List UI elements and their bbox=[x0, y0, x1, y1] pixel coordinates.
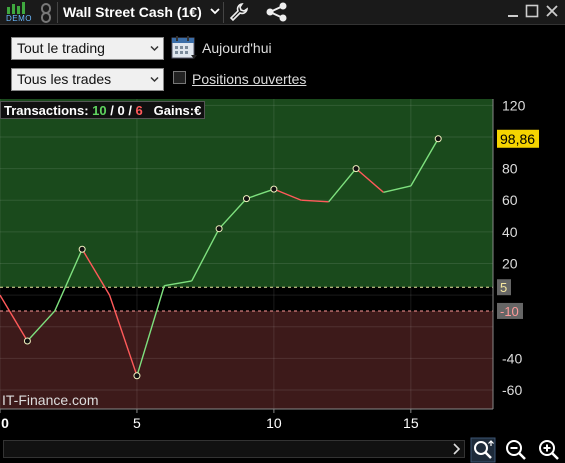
data-point bbox=[243, 195, 250, 203]
data-point bbox=[215, 225, 223, 233]
link-icon[interactable] bbox=[39, 3, 53, 23]
neutral-count: 0 bbox=[117, 103, 125, 118]
separator: / bbox=[124, 103, 136, 118]
last-value-label: 98,86 bbox=[500, 131, 535, 147]
data-point bbox=[78, 245, 86, 253]
maximize-button[interactable] bbox=[524, 3, 540, 19]
toolbar: Tout le trading Aujourd'hui Tous les tra… bbox=[0, 26, 565, 99]
separator bbox=[223, 2, 224, 23]
trades-select-value: Tous les trades bbox=[17, 71, 112, 87]
today-label[interactable]: Aujourd'hui bbox=[202, 40, 272, 56]
calendar-icon[interactable] bbox=[171, 35, 198, 61]
chart-bars-icon bbox=[7, 2, 25, 14]
y-tick-label: 60 bbox=[502, 192, 518, 208]
zoom-out-icon[interactable] bbox=[503, 437, 529, 463]
period-select-value: Tout le trading bbox=[17, 40, 105, 56]
watermark: IT-Finance.com bbox=[2, 392, 99, 408]
title-bar: DEMO Wall Street Cash (1€) bbox=[0, 0, 565, 25]
demo-label: DEMO bbox=[6, 14, 32, 23]
open-positions-label[interactable]: Positions ouvertes bbox=[192, 71, 306, 87]
period-select[interactable]: Tout le trading bbox=[11, 37, 164, 60]
x-tick-label: 15 bbox=[403, 415, 419, 431]
gains-value: € bbox=[194, 103, 202, 118]
wrench-icon[interactable] bbox=[229, 2, 249, 22]
x-tick-label: 5 bbox=[133, 415, 141, 431]
data-point bbox=[23, 337, 31, 345]
wins-count: 10 bbox=[92, 103, 107, 118]
separator: / bbox=[106, 103, 118, 118]
positive-zone bbox=[0, 99, 493, 288]
upper-threshold-label: 5 bbox=[500, 280, 507, 295]
transactions-summary: Transactions: 10 / 0 / 6 Gains:€ bbox=[0, 101, 206, 119]
neutral-zone bbox=[0, 287, 493, 311]
equity-chart: 12010080604020-40-600510155-1098,86 bbox=[0, 99, 539, 431]
x-tick-label: 0 bbox=[1, 415, 9, 431]
chevron-down-icon bbox=[150, 76, 159, 83]
chevron-down-icon bbox=[150, 45, 159, 52]
y-tick-label: -40 bbox=[502, 350, 522, 366]
y-tick-label: 40 bbox=[502, 224, 518, 240]
data-point bbox=[133, 372, 141, 380]
lower-threshold-label: -10 bbox=[500, 304, 519, 319]
zoom-in-icon[interactable] bbox=[536, 437, 562, 463]
chevron-right-icon[interactable] bbox=[450, 440, 464, 458]
y-tick-label: -60 bbox=[502, 382, 522, 398]
separator bbox=[57, 2, 58, 23]
y-tick-label: 80 bbox=[502, 161, 518, 177]
window-title[interactable]: Wall Street Cash (1€) bbox=[63, 4, 202, 20]
trades-select[interactable]: Tous les trades bbox=[11, 68, 164, 91]
chevron-down-icon[interactable] bbox=[210, 6, 220, 16]
demo-logo: DEMO bbox=[3, 1, 33, 24]
data-point bbox=[352, 165, 360, 173]
data-point bbox=[434, 135, 442, 143]
y-tick-label: 120 bbox=[502, 99, 526, 113]
zoom-fit-icon[interactable] bbox=[470, 437, 496, 463]
losses-count: 6 bbox=[135, 103, 143, 118]
gains-label: Gains: bbox=[153, 103, 195, 118]
y-tick-label: 20 bbox=[502, 255, 518, 271]
transactions-label: Transactions: bbox=[4, 103, 89, 118]
minimize-button[interactable] bbox=[505, 3, 521, 19]
share-icon[interactable] bbox=[265, 2, 289, 22]
close-button[interactable] bbox=[544, 3, 560, 19]
x-tick-label: 10 bbox=[266, 415, 282, 431]
open-positions-checkbox[interactable] bbox=[173, 71, 186, 84]
data-point bbox=[270, 185, 278, 193]
horizontal-scrollbar[interactable] bbox=[3, 440, 465, 458]
bottom-bar bbox=[0, 437, 565, 463]
